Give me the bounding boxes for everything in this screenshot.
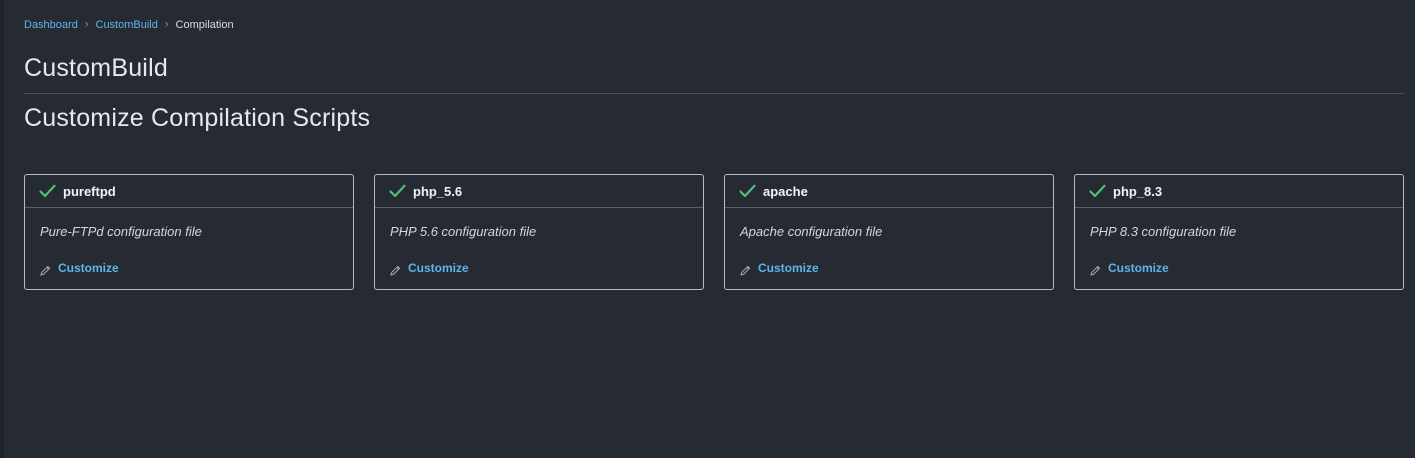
- pencil-icon: [740, 263, 751, 276]
- customize-label[interactable]: Customize: [58, 261, 119, 275]
- card-title: pureftpd: [63, 183, 116, 199]
- check-icon: [39, 184, 56, 198]
- card-description: PHP 8.3 configuration file: [1090, 224, 1237, 239]
- card-header: pureftpd: [25, 175, 353, 208]
- customize-link-php-8-3[interactable]: Customize: [1090, 260, 1388, 276]
- card-body: PHP 5.6 configuration file Customize: [375, 208, 703, 276]
- check-icon: [389, 184, 406, 198]
- card-body: Apache configuration file Customize: [725, 208, 1053, 276]
- card-header: apache: [725, 175, 1053, 208]
- breadcrumb-separator: ›: [164, 18, 169, 31]
- card-description: Pure-FTPd configuration file: [40, 224, 202, 239]
- breadcrumb-current: Compilation: [175, 19, 234, 31]
- customize-link-pureftpd[interactable]: Customize: [40, 260, 338, 276]
- check-icon: [1089, 184, 1106, 198]
- card-header: php_5.6: [375, 175, 703, 208]
- card-title: php_5.6: [413, 183, 463, 199]
- breadcrumb: Dashboard › CustomBuild › Compilation: [24, 18, 234, 32]
- breadcrumb-item-custombuild[interactable]: CustomBuild: [96, 19, 158, 31]
- card-header: php_8.3: [1075, 175, 1403, 208]
- left-rail: [0, 0, 4, 458]
- customize-label[interactable]: Customize: [1108, 261, 1169, 275]
- check-icon: [739, 184, 756, 198]
- card-list: pureftpd Pure-FTPd configuration file Cu…: [24, 174, 1404, 290]
- card-php-5-6: php_5.6 PHP 5.6 configuration file Custo…: [374, 174, 704, 290]
- pencil-icon: [390, 263, 401, 276]
- card-description: PHP 5.6 configuration file: [390, 224, 537, 239]
- page-title: CustomBuild: [24, 54, 168, 82]
- card-description: Apache configuration file: [740, 224, 883, 239]
- customize-label[interactable]: Customize: [758, 261, 819, 275]
- title-divider: [24, 93, 1404, 94]
- card-php-8-3: php_8.3 PHP 8.3 configuration file Custo…: [1074, 174, 1404, 290]
- card-body: PHP 8.3 configuration file Customize: [1075, 208, 1403, 276]
- pencil-icon: [1090, 263, 1101, 276]
- pencil-icon: [40, 263, 51, 276]
- breadcrumb-item-dashboard[interactable]: Dashboard: [24, 19, 78, 31]
- card-title: php_8.3: [1113, 183, 1163, 199]
- card-apache: apache Apache configuration file Customi…: [724, 174, 1054, 290]
- customize-label[interactable]: Customize: [408, 261, 469, 275]
- customize-link-apache[interactable]: Customize: [740, 260, 1038, 276]
- customize-link-php-5-6[interactable]: Customize: [390, 260, 688, 276]
- card-title: apache: [763, 183, 808, 199]
- card-pureftpd: pureftpd Pure-FTPd configuration file Cu…: [24, 174, 354, 290]
- breadcrumb-separator: ›: [84, 18, 89, 31]
- section-title: Customize Compilation Scripts: [24, 104, 371, 132]
- card-body: Pure-FTPd configuration file Customize: [25, 208, 353, 276]
